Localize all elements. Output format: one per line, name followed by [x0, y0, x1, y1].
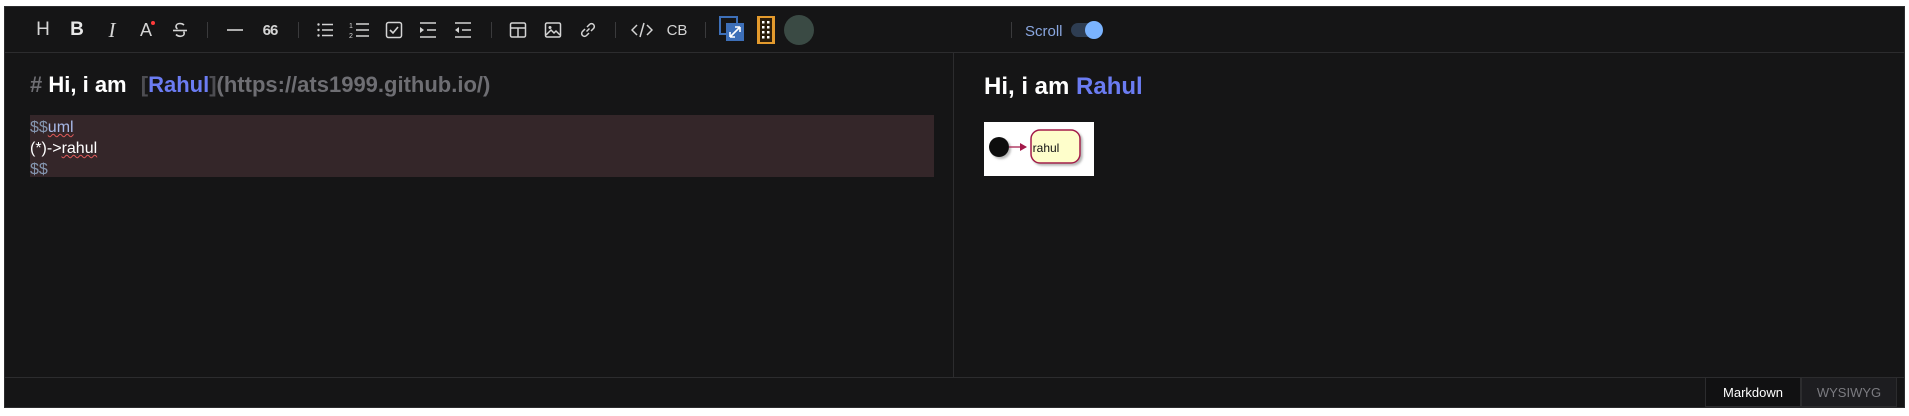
toolbar-divider: [298, 22, 299, 38]
code-line-open: $$uml: [30, 119, 74, 137]
quote-icon[interactable]: 66: [254, 14, 286, 46]
bold-icon[interactable]: B: [61, 14, 93, 46]
quote-glyph: 66: [262, 21, 279, 39]
toggle-knob: [1085, 21, 1103, 39]
code-body-prefix: (*)->: [30, 140, 62, 157]
md-heading-text: Hi, i am: [48, 72, 127, 97]
md-link-url: (https://ats1999.github.io/): [216, 72, 491, 97]
svg-text:1: 1: [349, 23, 353, 30]
bullet-list-icon[interactable]: [309, 14, 341, 46]
code-line-close: $$: [30, 161, 48, 179]
toolbar-divider: [1011, 22, 1012, 38]
toolbar-divider: [207, 22, 208, 38]
md-link-open-bracket: [: [140, 72, 149, 97]
heading-icon[interactable]: H: [27, 14, 59, 46]
md-code-block[interactable]: $$uml (*)->rahul $$: [30, 115, 934, 179]
toolbar-divider: [705, 22, 706, 38]
italic-glyph: I: [108, 17, 116, 42]
preview-heading-text: Hi, i am: [984, 73, 1070, 100]
uml-start-node: [989, 137, 1009, 157]
code-icon[interactable]: [626, 14, 658, 46]
fullscreen-icon[interactable]: [716, 14, 748, 46]
checklist-icon[interactable]: [378, 14, 410, 46]
markdown-source-pane[interactable]: # Hi, i am [Rahul](https://ats1999.githu…: [5, 53, 953, 377]
mode-switch-bar: Markdown WYSIWYG: [5, 377, 1904, 409]
uml-state-label: rahul: [1032, 141, 1060, 155]
font-color-icon[interactable]: A: [130, 14, 162, 46]
link-icon[interactable]: [572, 14, 604, 46]
markdown-editor: H B I A 66 12 CB Scroll # Hi, i am [Rahu…: [4, 6, 1905, 408]
md-heading-hash: #: [30, 72, 43, 97]
md-link-text: Rahul: [148, 72, 210, 97]
table-icon[interactable]: [502, 14, 534, 46]
code-open-delimiter: $$: [30, 119, 48, 136]
preview-heading-link[interactable]: Rahul: [1076, 73, 1143, 100]
uml-arrowhead: [1020, 143, 1027, 151]
preview-pane: Hi, i am Rahul rahul: [954, 53, 1904, 377]
code-language: uml: [47, 119, 74, 136]
outdent-icon[interactable]: [447, 14, 479, 46]
toolbar: H B I A 66 12 CB Scroll: [5, 7, 1904, 53]
codeblock-icon[interactable]: CB: [661, 14, 693, 46]
scroll-sync-toggle[interactable]: [1071, 21, 1103, 39]
md-link-close-bracket: ]: [209, 72, 217, 97]
strikethrough-icon[interactable]: [164, 14, 196, 46]
italic-icon[interactable]: I: [96, 14, 128, 46]
code-body-word: rahul: [61, 140, 98, 157]
scroll-sync-label: Scroll: [1025, 23, 1063, 40]
heading-glyph: H: [36, 19, 50, 40]
uml-diagram: rahul: [984, 122, 1094, 176]
code-line-body: (*)->rahul: [30, 140, 97, 158]
tab-markdown[interactable]: Markdown: [1705, 377, 1801, 407]
font-color-dot: [151, 21, 155, 25]
toolbar-divider: [615, 22, 616, 38]
code-close-delimiter: $$: [30, 161, 48, 178]
tab-wysiwyg[interactable]: WYSIWYG: [1801, 377, 1897, 407]
codeblock-label: CB: [666, 21, 688, 39]
toolbar-divider: [491, 22, 492, 38]
horizontal-rule-icon[interactable]: [219, 14, 251, 46]
theme-moon-icon[interactable]: [783, 14, 815, 46]
bold-glyph: B: [70, 19, 84, 40]
mindmap-icon[interactable]: [750, 14, 782, 46]
preview-heading: Hi, i am Rahul: [984, 73, 1143, 101]
image-icon[interactable]: [537, 14, 569, 46]
md-heading-line[interactable]: # Hi, i am [Rahul](https://ats1999.githu…: [30, 72, 490, 98]
indent-icon[interactable]: [412, 14, 444, 46]
svg-text:2: 2: [349, 33, 353, 40]
ordered-list-icon[interactable]: 12: [343, 14, 375, 46]
